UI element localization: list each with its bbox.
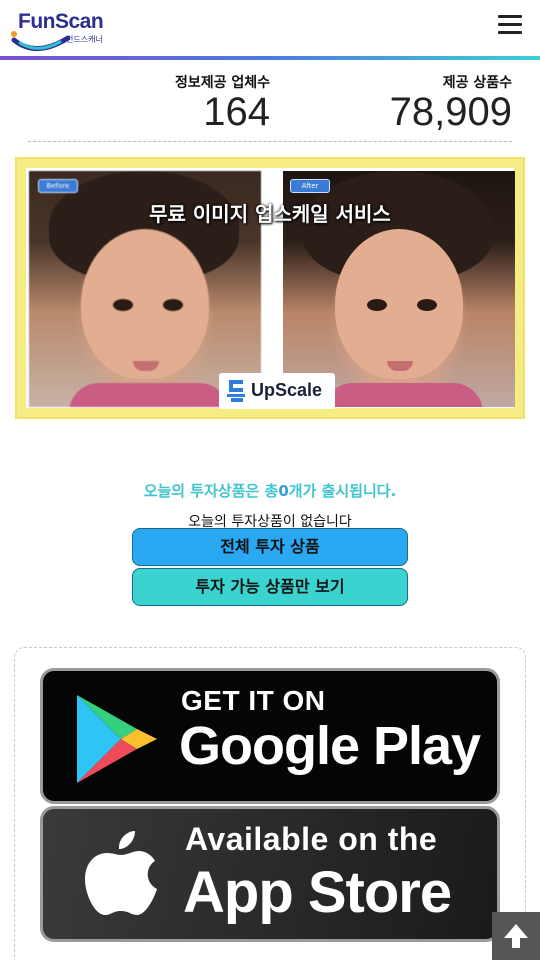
google-play-badge[interactable]: GET IT ON Google Play: [40, 668, 500, 804]
stats-divider: [28, 141, 512, 142]
upscale-banner[interactable]: Before After 무료 이미지 업스케일 서비스 UpScale: [15, 157, 525, 419]
app-store-big-text: App Store: [183, 860, 452, 925]
shirt-shape: [323, 383, 483, 407]
providers-value: 164: [203, 90, 270, 134]
all-products-button[interactable]: 전체 투자 상품: [132, 528, 408, 566]
providers-stat: 정보제공 업체수 164: [175, 72, 270, 132]
scroll-top-button[interactable]: [492, 912, 540, 960]
upscale-logo-icon: [227, 380, 245, 402]
after-tag: After: [290, 179, 330, 193]
providers-label: 정보제공 업체수: [174, 75, 270, 91]
eye-shape: [113, 299, 133, 311]
logo-text: FunScan: [18, 10, 104, 33]
eye-shape: [417, 299, 437, 311]
eye-shape: [367, 299, 387, 311]
funscan-logo[interactable]: FunScan 펀드스캐너: [10, 8, 110, 51]
app-store-badge[interactable]: Available on the App Store: [40, 806, 500, 942]
app-store-small-text: Available on the: [185, 821, 438, 857]
google-play-small-text: GET IT ON: [181, 685, 326, 716]
shirt-shape: [69, 383, 229, 407]
invest-headline: 오늘의 투자상품은 총0개가 출시됩니다.: [0, 480, 540, 501]
banner-inner: Before After 무료 이미지 업스케일 서비스 UpScale: [26, 168, 515, 409]
arrow-up-icon: [504, 924, 528, 948]
products-stat: 제공 상품수 78,909: [390, 72, 512, 132]
google-play-big-text: Google Play: [179, 716, 481, 776]
upscale-badge: UpScale: [219, 373, 335, 409]
products-value: 78,909: [389, 90, 512, 134]
face-shape: [81, 229, 209, 379]
available-products-button[interactable]: 투자 가능 상품만 보기: [132, 568, 408, 606]
google-play-icon: [77, 695, 157, 783]
header-gradient-line: [0, 56, 540, 60]
logo-subtext: 펀드스캐너: [66, 35, 103, 44]
eye-shape: [163, 299, 183, 311]
headline-prefix: 오늘의 투자상품은 총: [143, 482, 279, 500]
face-shape: [335, 229, 463, 379]
banner-title: 무료 이미지 업스케일 서비스: [149, 202, 391, 226]
upscale-text: UpScale: [251, 380, 323, 400]
products-label: 제공 상품수: [442, 75, 512, 91]
apple-icon: [85, 831, 157, 915]
headline-count: 0: [278, 482, 289, 500]
headline-suffix: 개가 출시됩니다.: [288, 482, 397, 500]
hamburger-menu-icon[interactable]: [498, 15, 522, 39]
site-header: FunScan 펀드스캐너: [0, 0, 540, 60]
before-tag: Before: [38, 179, 78, 193]
